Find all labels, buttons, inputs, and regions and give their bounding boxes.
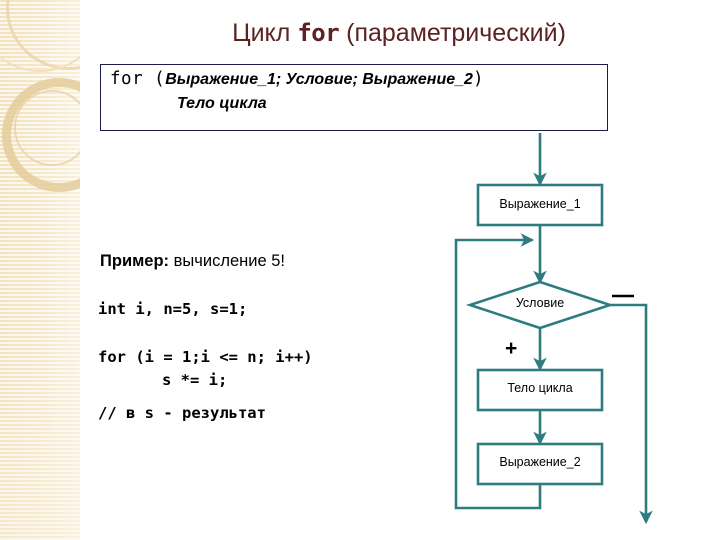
code-line: s *= i; xyxy=(162,371,228,389)
sidebar-gradient-overlay xyxy=(0,0,80,540)
node-label-condition: Условие xyxy=(515,296,565,310)
example-heading-lead: Пример: xyxy=(100,252,170,270)
title-prefix: Цикл xyxy=(232,19,298,47)
slide-canvas: Цикл for (параметрический) for (Выражени… xyxy=(0,0,720,540)
syntax-box: for (Выражение_1; Условие; Выражение_2) … xyxy=(100,64,608,131)
code-line: int i, n=5, s=1; xyxy=(98,300,248,318)
node-label-expr2: Выражение_2 xyxy=(499,455,581,469)
example-heading-rest: вычисление 5! xyxy=(169,252,285,270)
node-label-expr1: Выражение_1 xyxy=(499,197,581,211)
code-line: for (i = 1;i <= n; i++) xyxy=(98,348,313,366)
branch-true-sign: + xyxy=(505,337,518,360)
syntax-line-signature: for (Выражение_1; Условие; Выражение_2) xyxy=(110,69,484,89)
title-keyword: for xyxy=(297,19,340,47)
title-suffix: (параметрический) xyxy=(339,19,566,47)
node-label-body: Тело цикла xyxy=(507,381,573,395)
code-line: // в s - результат xyxy=(98,404,266,422)
syntax-close-paren: ) xyxy=(472,69,484,89)
syntax-keyword-for: for ( xyxy=(110,69,166,89)
page-title: Цикл for (параметрический) xyxy=(84,18,714,48)
edge-condition-false-exit xyxy=(610,303,653,525)
decorative-sidebar xyxy=(0,0,80,540)
syntax-parameters: Выражение_1; Условие; Выражение_2 xyxy=(165,71,473,88)
example-heading: Пример: вычисление 5! xyxy=(100,252,285,271)
syntax-line-body: Тело цикла xyxy=(177,95,267,112)
